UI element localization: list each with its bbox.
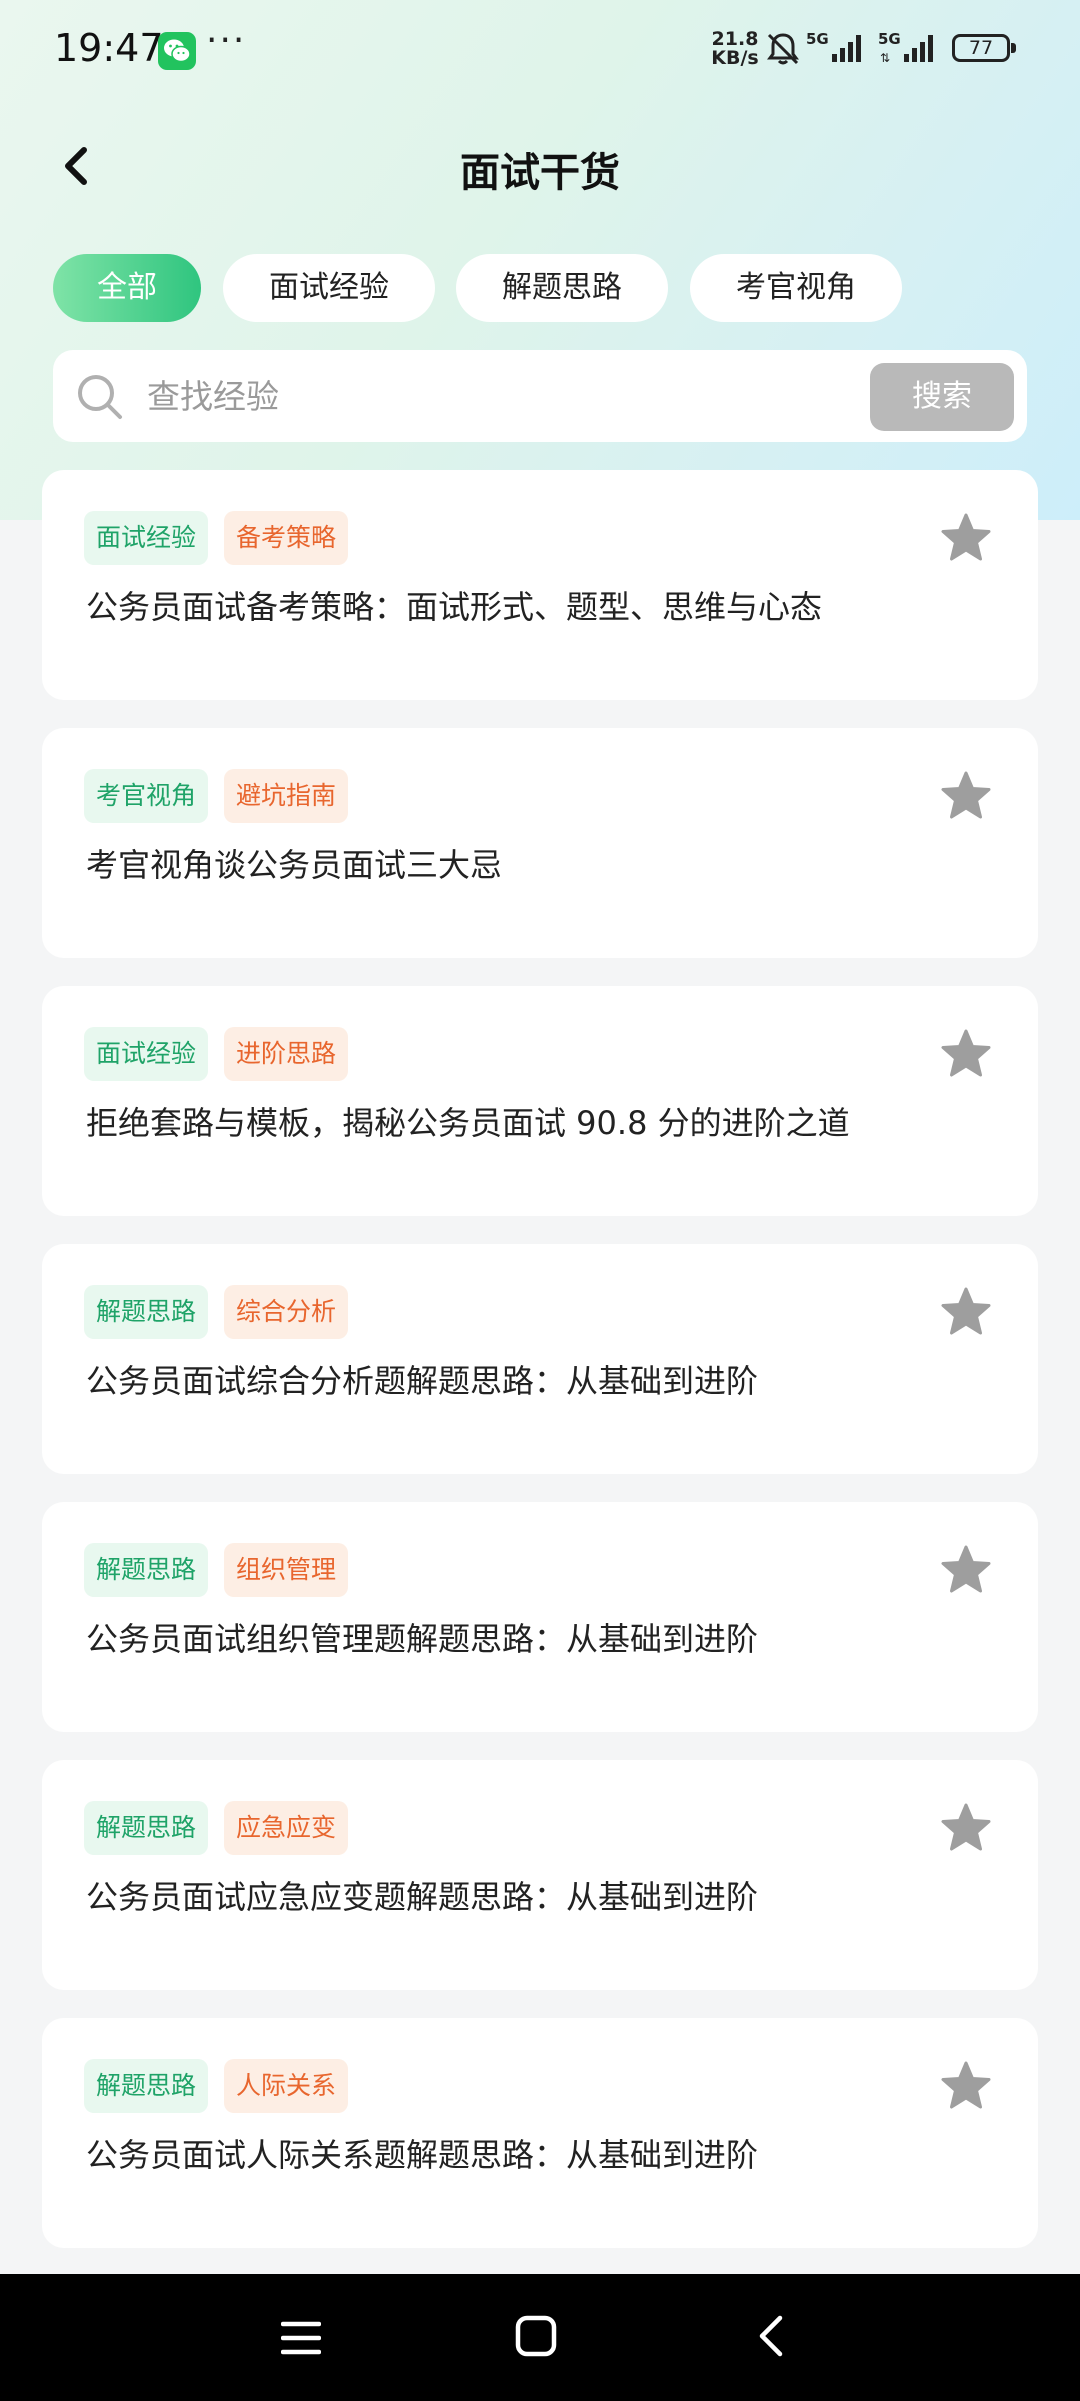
topic-tag: 避坑指南 [224, 769, 349, 823]
topic-tag: 进阶思路 [224, 1027, 349, 1081]
net-speed: 21.8 KB/s [708, 30, 762, 68]
article-card[interactable]: 解题思路 综合分析 公务员面试综合分析题解题思路：从基础到进阶 [42, 1244, 1038, 1474]
back-icon[interactable] [752, 2312, 792, 2364]
signal-5g-icon: 5G [806, 30, 866, 70]
search-input[interactable] [147, 370, 907, 422]
topic-tag: 综合分析 [224, 1285, 349, 1339]
article-title: 考官视角谈公务员面试三大忌 [86, 846, 503, 884]
tab-all[interactable]: 全部 [53, 254, 201, 322]
article-title: 公务员面试应急应变题解题思路：从基础到进阶 [86, 1878, 759, 1916]
article-card[interactable]: 考官视角 避坑指南 考官视角谈公务员面试三大忌 [42, 728, 1038, 958]
article-card[interactable]: 解题思路 应急应变 公务员面试应急应变题解题思路：从基础到进阶 [42, 1760, 1038, 1990]
tab-examiner-perspective[interactable]: 考官视角 [690, 254, 902, 322]
star-icon[interactable] [940, 2060, 992, 2112]
article-title: 公务员面试组织管理题解题思路：从基础到进阶 [86, 1620, 759, 1658]
net-speed-unit: KB/s [711, 47, 759, 69]
page-title: 面试干货 [460, 150, 620, 196]
star-icon[interactable] [940, 512, 992, 564]
svg-text:5G: 5G [878, 30, 901, 48]
topic-tag: 人际关系 [224, 2059, 349, 2113]
search-button[interactable]: 搜索 [870, 363, 1014, 431]
category-tag: 考官视角 [84, 769, 209, 823]
topic-tag: 备考策略 [224, 511, 349, 565]
article-card[interactable]: 解题思路 组织管理 公务员面试组织管理题解题思路：从基础到进阶 [42, 1502, 1038, 1732]
signal-5g-icon: 5G ⇅ [878, 30, 940, 70]
topic-tag: 应急应变 [224, 1801, 349, 1855]
more-notifications-icon: ··· [206, 20, 247, 61]
article-title: 公务员面试备考策略：面试形式、题型、思维与心态 [86, 588, 823, 626]
status-time: 19:47 [54, 26, 164, 70]
article-card[interactable]: 解题思路 人际关系 公务员面试人际关系题解题思路：从基础到进阶 [42, 2018, 1038, 2248]
search-bar: 搜索 [53, 350, 1027, 442]
search-icon [75, 372, 125, 426]
menu-icon[interactable] [280, 2318, 322, 2362]
tab-interview-experience[interactable]: 面试经验 [223, 254, 435, 322]
category-tag: 解题思路 [84, 1543, 209, 1597]
bell-muted-icon [764, 30, 802, 72]
star-icon[interactable] [940, 1028, 992, 1080]
article-title: 公务员面试人际关系题解题思路：从基础到进阶 [86, 2136, 759, 2174]
star-icon[interactable] [940, 1802, 992, 1854]
star-icon[interactable] [940, 1286, 992, 1338]
article-title: 拒绝套路与模板，揭秘公务员面试 90.8 分的进阶之道 [86, 1104, 850, 1142]
wechat-icon [158, 32, 196, 70]
star-icon[interactable] [940, 1544, 992, 1596]
home-icon[interactable] [514, 2314, 558, 2362]
article-card[interactable]: 面试经验 备考策略 公务员面试备考策略：面试形式、题型、思维与心态 [42, 470, 1038, 700]
category-tag: 解题思路 [84, 1801, 209, 1855]
category-tag: 解题思路 [84, 1285, 209, 1339]
status-bar: 19:47 ··· 21.8 KB/s 5G 5G ⇅ 77 [0, 0, 1080, 96]
article-title: 公务员面试综合分析题解题思路：从基础到进阶 [86, 1362, 759, 1400]
tab-solution-approach[interactable]: 解题思路 [456, 254, 668, 322]
star-icon[interactable] [940, 770, 992, 822]
category-tag: 解题思路 [84, 2059, 209, 2113]
article-card[interactable]: 面试经验 进阶思路 拒绝套路与模板，揭秘公务员面试 90.8 分的进阶之道 [42, 986, 1038, 1216]
system-nav-bar [0, 2274, 1080, 2401]
svg-text:5G: 5G [806, 30, 829, 48]
battery-icon: 77 [952, 34, 1016, 62]
category-tag: 面试经验 [84, 1027, 209, 1081]
topic-tag: 组织管理 [224, 1543, 349, 1597]
category-tag: 面试经验 [84, 511, 209, 565]
svg-text:⇅: ⇅ [880, 51, 890, 65]
